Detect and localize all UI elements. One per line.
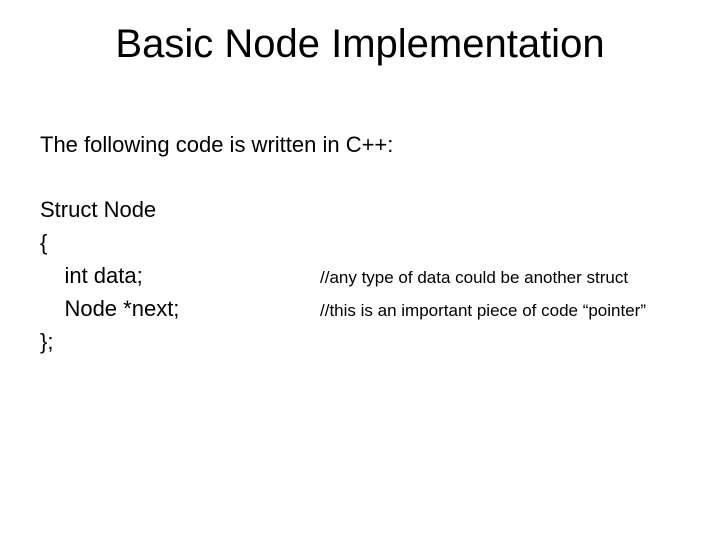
slide-title: Basic Node Implementation bbox=[0, 22, 720, 67]
code-line-1: Struct Node bbox=[40, 193, 680, 226]
code-comment: //any type of data could be another stru… bbox=[320, 265, 628, 291]
code-line-2: { bbox=[40, 226, 680, 259]
slide: Basic Node Implementation The following … bbox=[0, 0, 720, 540]
code-line-4: Node *next; //this is an important piece… bbox=[40, 292, 680, 325]
code-text: Struct Node bbox=[40, 193, 320, 226]
code-line-3: int data; //any type of data could be an… bbox=[40, 259, 680, 292]
intro-text: The following code is written in C++: bbox=[40, 128, 680, 161]
code-text: Node *next; bbox=[40, 292, 320, 325]
code-comment: //this is an important piece of code “po… bbox=[320, 298, 646, 324]
code-text: }; bbox=[40, 325, 320, 358]
slide-body: The following code is written in C++: St… bbox=[40, 128, 680, 358]
code-text: { bbox=[40, 226, 320, 259]
code-line-5: }; bbox=[40, 325, 680, 358]
code-text: int data; bbox=[40, 259, 320, 292]
